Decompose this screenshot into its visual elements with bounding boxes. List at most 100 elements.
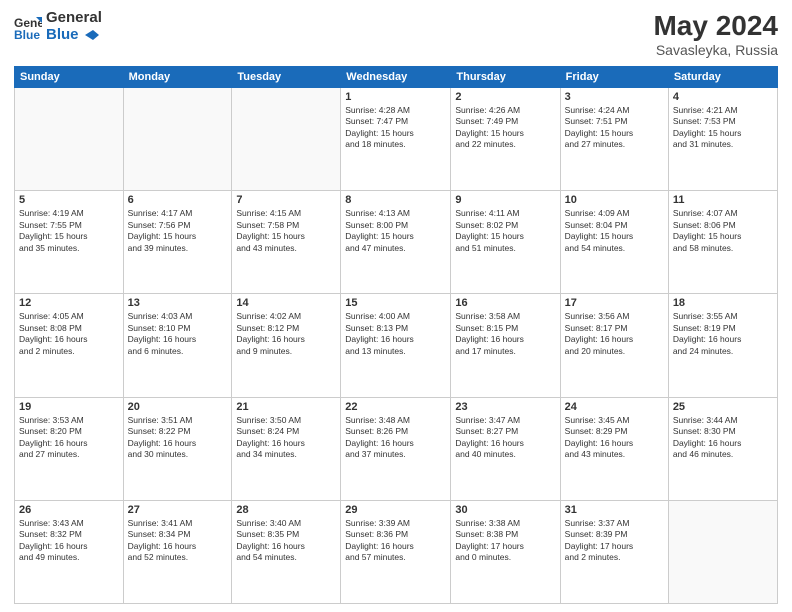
header: General Blue General Blue May 2024 Savas… [14,10,778,58]
day-number: 28 [236,504,336,516]
day-number: 14 [236,297,336,309]
day-number: 31 [565,504,664,516]
week-row-2: 5 Sunrise: 4:19 AM Sunset: 7:55 PM Daylig… [15,191,778,294]
day-number: 3 [565,91,664,103]
day-number: 5 [19,194,119,206]
day-info: Sunrise: 3:47 AM Sunset: 8:27 PM Dayligh… [455,415,555,461]
day-number: 30 [455,504,555,516]
calendar-cell: 30 Sunrise: 3:38 AM Sunset: 8:38 PM Dayli… [451,500,560,603]
day-number: 11 [673,194,773,206]
weekday-header-row: SundayMondayTuesdayWednesdayThursdayFrid… [15,67,778,88]
logo-arrow-icon [85,30,99,40]
month-year: May 2024 [653,10,778,42]
week-row-4: 19 Sunrise: 3:53 AM Sunset: 8:20 PM Dayli… [15,397,778,500]
weekday-wednesday: Wednesday [341,67,451,88]
calendar-cell: 13 Sunrise: 4:03 AM Sunset: 8:10 PM Dayli… [123,294,232,397]
calendar-cell: 26 Sunrise: 3:43 AM Sunset: 8:32 PM Dayli… [15,500,124,603]
calendar-cell [15,88,124,191]
day-info: Sunrise: 4:02 AM Sunset: 8:12 PM Dayligh… [236,311,336,357]
week-row-5: 26 Sunrise: 3:43 AM Sunset: 8:32 PM Dayli… [15,500,778,603]
calendar-cell: 20 Sunrise: 3:51 AM Sunset: 8:22 PM Dayli… [123,397,232,500]
calendar-cell: 31Sunrise: 3:37 AM Sunset: 8:39 PM Dayli… [560,500,668,603]
calendar-cell: 11Sunrise: 4:07 AM Sunset: 8:06 PM Dayli… [668,191,777,294]
calendar-cell: 18 Sunrise: 3:55 AM Sunset: 8:19 PM Dayli… [668,294,777,397]
weekday-tuesday: Tuesday [232,67,341,88]
calendar-cell [232,88,341,191]
weekday-thursday: Thursday [451,67,560,88]
day-info: Sunrise: 4:13 AM Sunset: 8:00 PM Dayligh… [345,208,446,254]
logo-icon: General Blue [14,13,42,41]
logo: General Blue General Blue [14,10,102,43]
day-number: 24 [565,401,664,413]
day-number: 8 [345,194,446,206]
day-number: 26 [19,504,119,516]
day-number: 4 [673,91,773,103]
day-number: 22 [345,401,446,413]
calendar-cell: 7 Sunrise: 4:15 AM Sunset: 7:58 PM Daylig… [232,191,341,294]
svg-text:Blue: Blue [14,28,40,41]
day-number: 18 [673,297,773,309]
calendar-cell: 6 Sunrise: 4:17 AM Sunset: 7:56 PM Daylig… [123,191,232,294]
day-number: 15 [345,297,446,309]
day-info: Sunrise: 3:50 AM Sunset: 8:24 PM Dayligh… [236,415,336,461]
calendar-cell: 16Sunrise: 3:58 AM Sunset: 8:15 PM Dayli… [451,294,560,397]
day-info: Sunrise: 4:15 AM Sunset: 7:58 PM Dayligh… [236,208,336,254]
calendar-cell: 10 Sunrise: 4:09 AM Sunset: 8:04 PM Dayli… [560,191,668,294]
day-number: 17 [565,297,664,309]
weekday-monday: Monday [123,67,232,88]
day-number: 19 [19,401,119,413]
weekday-sunday: Sunday [15,67,124,88]
day-info: Sunrise: 4:26 AM Sunset: 7:49 PM Dayligh… [455,105,555,151]
day-number: 7 [236,194,336,206]
calendar-cell: 17 Sunrise: 3:56 AM Sunset: 8:17 PM Dayli… [560,294,668,397]
day-info: Sunrise: 4:24 AM Sunset: 7:51 PM Dayligh… [565,105,664,151]
calendar-cell: 19 Sunrise: 3:53 AM Sunset: 8:20 PM Dayli… [15,397,124,500]
day-info: Sunrise: 3:41 AM Sunset: 8:34 PM Dayligh… [128,518,228,564]
day-number: 6 [128,194,228,206]
day-number: 25 [673,401,773,413]
logo-general: General [46,10,102,27]
day-number: 16 [455,297,555,309]
day-info: Sunrise: 3:43 AM Sunset: 8:32 PM Dayligh… [19,518,119,564]
day-number: 20 [128,401,228,413]
day-info: Sunrise: 4:11 AM Sunset: 8:02 PM Dayligh… [455,208,555,254]
week-row-1: 1 Sunrise: 4:28 AM Sunset: 7:47 PM Daylig… [15,88,778,191]
calendar-cell: 14 Sunrise: 4:02 AM Sunset: 8:12 PM Dayli… [232,294,341,397]
day-info: Sunrise: 4:00 AM Sunset: 8:13 PM Dayligh… [345,311,446,357]
day-info: Sunrise: 3:39 AM Sunset: 8:36 PM Dayligh… [345,518,446,564]
weekday-friday: Friday [560,67,668,88]
day-info: Sunrise: 4:03 AM Sunset: 8:10 PM Dayligh… [128,311,228,357]
day-info: Sunrise: 3:53 AM Sunset: 8:20 PM Dayligh… [19,415,119,461]
weekday-saturday: Saturday [668,67,777,88]
day-info: Sunrise: 4:09 AM Sunset: 8:04 PM Dayligh… [565,208,664,254]
day-number: 2 [455,91,555,103]
calendar-cell: 1 Sunrise: 4:28 AM Sunset: 7:47 PM Daylig… [341,88,451,191]
day-info: Sunrise: 3:55 AM Sunset: 8:19 PM Dayligh… [673,311,773,357]
calendar-cell: 29 Sunrise: 3:39 AM Sunset: 8:36 PM Dayli… [341,500,451,603]
calendar-cell [668,500,777,603]
day-number: 13 [128,297,228,309]
calendar-cell: 25Sunrise: 3:44 AM Sunset: 8:30 PM Dayli… [668,397,777,500]
calendar-cell: 24Sunrise: 3:45 AM Sunset: 8:29 PM Dayli… [560,397,668,500]
day-number: 9 [455,194,555,206]
day-number: 10 [565,194,664,206]
day-number: 29 [345,504,446,516]
day-number: 27 [128,504,228,516]
day-info: Sunrise: 3:56 AM Sunset: 8:17 PM Dayligh… [565,311,664,357]
day-info: Sunrise: 4:19 AM Sunset: 7:55 PM Dayligh… [19,208,119,254]
day-info: Sunrise: 4:05 AM Sunset: 8:08 PM Dayligh… [19,311,119,357]
calendar-cell: 12Sunrise: 4:05 AM Sunset: 8:08 PM Dayli… [15,294,124,397]
calendar-cell: 28 Sunrise: 3:40 AM Sunset: 8:35 PM Dayli… [232,500,341,603]
calendar-cell: 3 Sunrise: 4:24 AM Sunset: 7:51 PM Daylig… [560,88,668,191]
day-info: Sunrise: 4:28 AM Sunset: 7:47 PM Dayligh… [345,105,446,151]
calendar-cell: 9 Sunrise: 4:11 AM Sunset: 8:02 PM Daylig… [451,191,560,294]
day-info: Sunrise: 3:40 AM Sunset: 8:35 PM Dayligh… [236,518,336,564]
day-info: Sunrise: 4:17 AM Sunset: 7:56 PM Dayligh… [128,208,228,254]
day-info: Sunrise: 3:38 AM Sunset: 8:38 PM Dayligh… [455,518,555,564]
calendar-cell: 4Sunrise: 4:21 AM Sunset: 7:53 PM Daylig… [668,88,777,191]
day-info: Sunrise: 3:51 AM Sunset: 8:22 PM Dayligh… [128,415,228,461]
day-number: 1 [345,91,446,103]
location: Savasleyka, Russia [653,42,778,58]
calendar-cell: 15 Sunrise: 4:00 AM Sunset: 8:13 PM Dayli… [341,294,451,397]
calendar-cell: 22Sunrise: 3:48 AM Sunset: 8:26 PM Dayli… [341,397,451,500]
